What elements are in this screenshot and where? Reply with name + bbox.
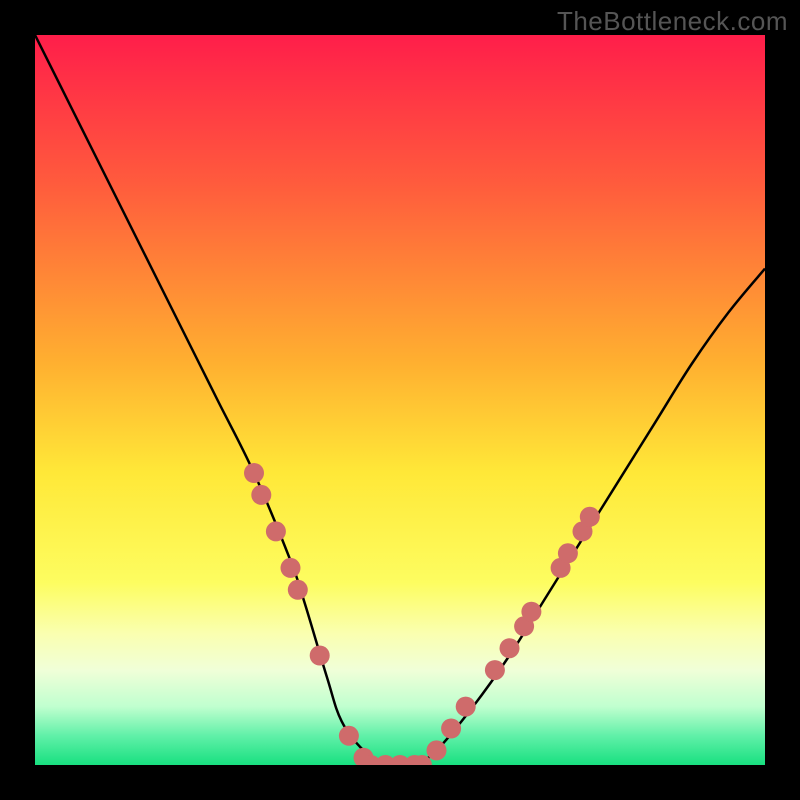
- curve-marker: [427, 740, 447, 760]
- curve-marker: [500, 638, 520, 658]
- curve-marker: [485, 660, 505, 680]
- curve-marker: [310, 646, 330, 666]
- curve-marker: [339, 726, 359, 746]
- curve-marker: [580, 507, 600, 527]
- curve-marker: [281, 558, 301, 578]
- chart-frame: TheBottleneck.com: [0, 0, 800, 800]
- curve-marker: [288, 580, 308, 600]
- curve-markers: [244, 463, 600, 765]
- bottleneck-curve: [35, 35, 765, 765]
- curve-marker: [456, 697, 476, 717]
- curve-layer: [35, 35, 765, 765]
- curve-marker: [441, 719, 461, 739]
- curve-marker: [521, 602, 541, 622]
- curve-marker: [251, 485, 271, 505]
- curve-marker: [558, 543, 578, 563]
- curve-marker: [244, 463, 264, 483]
- watermark-text: TheBottleneck.com: [557, 6, 788, 37]
- plot-area: [35, 35, 765, 765]
- curve-marker: [266, 521, 286, 541]
